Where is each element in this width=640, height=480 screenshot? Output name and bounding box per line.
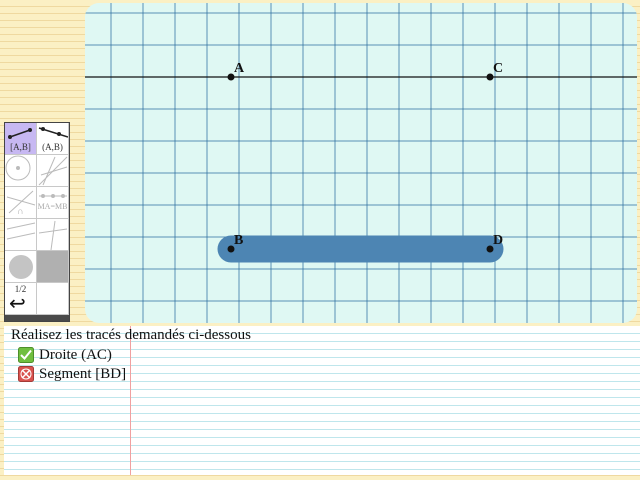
construction-layer: A B C D [85,61,637,263]
task-label: Segment [BD] [39,365,127,382]
grid-board[interactable]: A B C D [85,3,637,323]
point-label-a: A [234,61,245,76]
perpendicular-icon [38,220,68,250]
check-icon [18,347,34,363]
undo-icon[interactable]: ↩ [9,293,26,313]
parallel-lines-icon [6,222,36,240]
circle-tool[interactable] [5,155,37,187]
margin-line [130,326,131,475]
gray-disk-icon [9,255,33,279]
equidistant-tool[interactable]: MA=MB [37,187,69,219]
ray-tool[interactable]: (A,B) [37,123,69,155]
lines-tool[interactable] [37,155,69,187]
tool-palette: [A,B] (A,B) ∩ MA=MB 1/2 ↩ [4,122,70,322]
zoom-tool[interactable]: 1/2 ↩ [5,283,37,315]
task-item: Segment [BD] [18,365,126,383]
fill-color-tool[interactable] [5,251,37,283]
intersection-tool[interactable]: ∩ [5,187,37,219]
intersection-tool-label: ∩ [17,206,24,216]
toolbar-footer [5,315,69,321]
segment-tool[interactable]: [A,B] [5,123,37,155]
geometry-canvas[interactable]: A B C D [85,3,637,323]
grid-lines [85,3,637,323]
task-label: Droite (AC) [39,346,112,363]
instructions-panel: Réalisez les tracés demandés ci-dessous … [4,326,640,475]
blank-tool[interactable] [37,283,69,315]
point-label-d: D [493,233,503,248]
lines-icon [38,156,68,186]
point-label-b: B [234,233,243,248]
parallel-tool[interactable] [5,219,37,251]
cross-icon [18,366,34,382]
point-label-c: C [493,61,503,76]
perpendicular-tool[interactable] [37,219,69,251]
segment-tool-label: [A,B] [10,142,31,152]
task-item: Droite (AC) [18,346,112,364]
instructions-title: Réalisez les tracés demandés ci-dessous [11,327,251,343]
ray-tool-label: (A,B) [42,142,63,152]
circle-icon [5,155,31,181]
gray-swatch-tool[interactable] [37,251,69,283]
equidistant-tool-label: MA=MB [37,202,68,211]
